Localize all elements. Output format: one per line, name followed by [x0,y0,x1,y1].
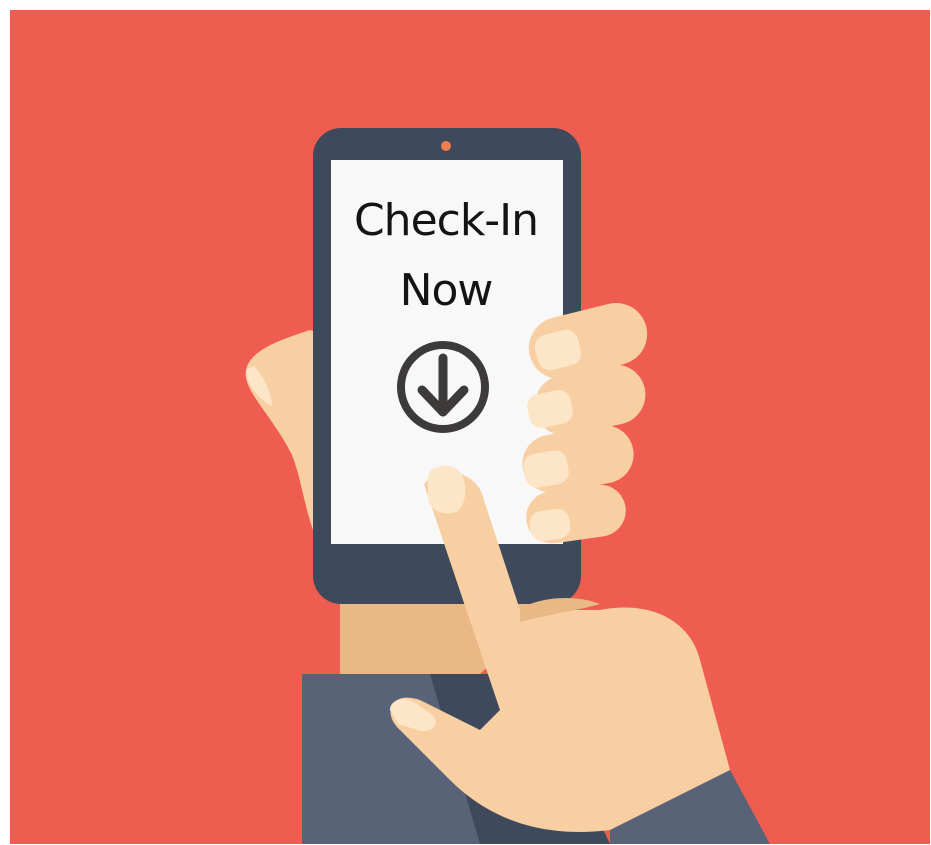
screen-heading: Check-In Now [330,186,562,326]
screen-line-1: Check-In [353,195,539,246]
arrow-down-circle-icon [397,341,489,433]
check-in-button[interactable] [388,332,498,442]
illustration: Check-In Now [10,10,930,844]
camera-icon [441,141,451,151]
screen-line-2: Now [399,265,494,316]
